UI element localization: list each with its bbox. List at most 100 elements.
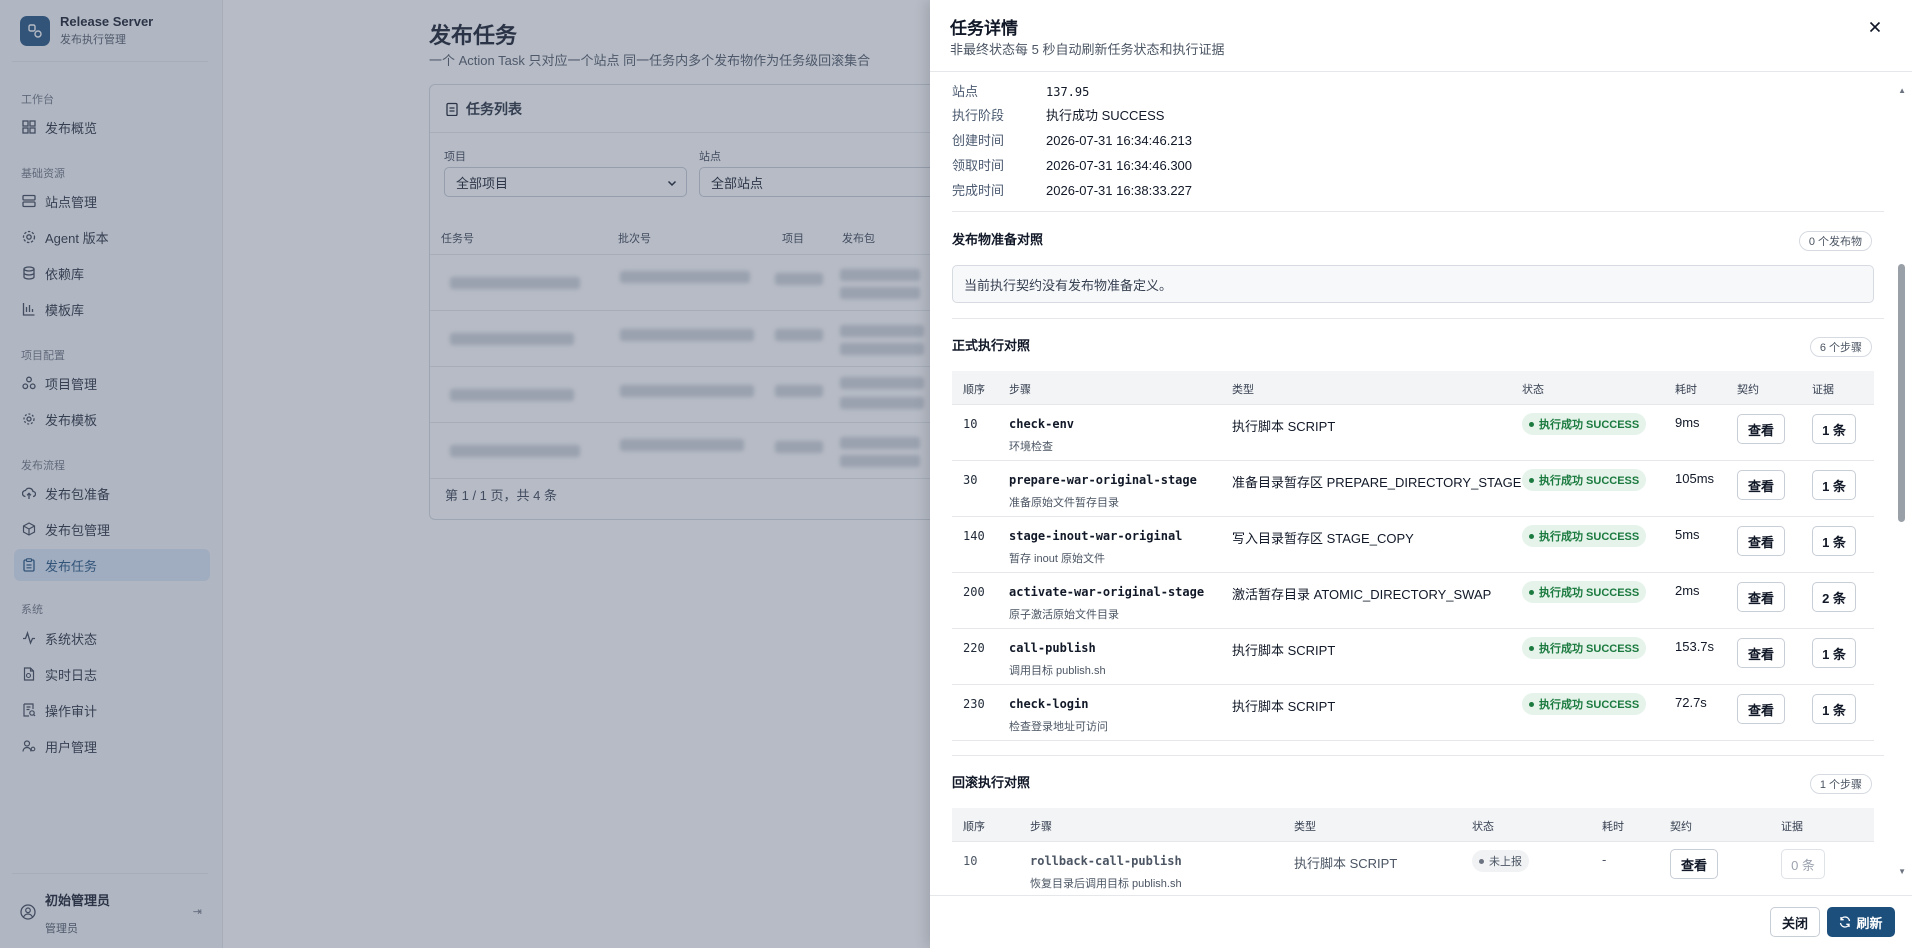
- contract-cell: 查看: [1737, 638, 1785, 668]
- column-header: 证据: [1781, 821, 1803, 833]
- step-duration: 105ms: [1675, 471, 1715, 486]
- drawer-header: 任务详情 非最终状态每 5 秒自动刷新任务状态和执行证据: [930, 0, 1912, 72]
- refresh-button[interactable]: 刷新: [1827, 907, 1895, 937]
- field-value: 2026-07-31 16:34:46.300: [1046, 158, 1193, 173]
- step-description: 暂存 inout 原始文件: [1009, 553, 1105, 565]
- evidence-button[interactable]: 1 条: [1812, 638, 1856, 668]
- drawer-body: 站点 137.95 执行阶段 执行成功 SUCCESS 创建时间 2026-07-31…: [930, 73, 1912, 895]
- step-order: 200: [963, 585, 985, 599]
- divider: [952, 755, 1884, 756]
- evidence-button[interactable]: 0 条: [1781, 849, 1825, 879]
- evidence-button[interactable]: 2 条: [1812, 582, 1856, 612]
- view-contract-button[interactable]: 查看: [1737, 414, 1785, 444]
- status-text: 执行成功 SUCCESS: [1539, 475, 1640, 487]
- step-cell: stage-inout-war-original 暂存 inout 原始文件: [1009, 529, 1182, 566]
- evidence-cell: 2 条: [1812, 582, 1856, 612]
- status-text: 执行成功 SUCCESS: [1539, 531, 1640, 543]
- step-name: check-env: [1009, 417, 1075, 431]
- step-description: 原子激活原始文件目录: [1009, 609, 1119, 621]
- column-header: 步骤: [1030, 821, 1052, 833]
- scroll-down-icon[interactable]: ▼: [1898, 867, 1906, 876]
- scrollbar-thumb[interactable]: [1898, 264, 1905, 522]
- exec-count-badge: 6 个步骤: [1809, 337, 1872, 357]
- view-contract-button[interactable]: 查看: [1737, 582, 1785, 612]
- contract-cell: 查看: [1737, 582, 1785, 612]
- view-contract-button[interactable]: 查看: [1737, 694, 1785, 724]
- status-text: 未上报: [1489, 856, 1522, 868]
- field-key: 完成时间: [952, 183, 1005, 198]
- field-value: 执行成功 SUCCESS: [1046, 108, 1165, 123]
- artifacts-count-badge: 0 个发布物: [1798, 231, 1872, 251]
- divider: [952, 211, 1884, 212]
- view-contract-button[interactable]: 查看: [1737, 470, 1785, 500]
- step-order: 220: [963, 641, 985, 655]
- field-key: 创建时间: [952, 133, 1005, 148]
- column-header: 类型: [1232, 384, 1254, 396]
- view-contract-button[interactable]: 查看: [1670, 849, 1718, 879]
- view-contract-button[interactable]: 查看: [1737, 638, 1785, 668]
- contract-cell: 查看: [1737, 526, 1785, 556]
- field-value: 137.95: [1046, 85, 1090, 99]
- contract-cell: 查看: [1737, 694, 1785, 724]
- step-name: activate-war-original-stage: [1009, 585, 1205, 599]
- rollback-section-title: 回滚执行对照: [952, 775, 1031, 790]
- field-key: 站点: [952, 84, 979, 99]
- step-cell: activate-war-original-stage 原子激活原始文件目录: [1009, 585, 1204, 622]
- contract-cell: 查看: [1670, 849, 1718, 879]
- step-type: 准备目录暂存区 PREPARE_DIRECTORY_STAGE: [1232, 475, 1522, 490]
- evidence-cell: 1 条: [1812, 526, 1856, 556]
- exec-table: 顺序 步骤 类型 状态 耗时 契约 证据 10 check-env 环境检查 执行脚本…: [952, 371, 1874, 741]
- scroll-up-icon[interactable]: ▲: [1898, 86, 1906, 95]
- drawer-title: 任务详情: [950, 19, 1018, 38]
- status-text: 执行成功 SUCCESS: [1539, 643, 1640, 655]
- step-duration: -: [1602, 852, 1607, 867]
- close-button[interactable]: 关闭: [1770, 907, 1820, 937]
- status-badge: 执行成功 SUCCESS: [1522, 693, 1647, 715]
- contract-cell: 查看: [1737, 470, 1785, 500]
- drawer-subtitle: 非最终状态每 5 秒自动刷新任务状态和执行证据: [950, 42, 1225, 57]
- table-row: 10 check-env 环境检查 执行脚本 SCRIPT 执行成功 SUCCESS 9m…: [952, 405, 1874, 461]
- rollback-count-badge: 1 个步骤: [1809, 774, 1872, 794]
- step-type: 执行脚本 SCRIPT: [1232, 699, 1336, 714]
- evidence-cell: 1 条: [1812, 638, 1856, 668]
- modal-backdrop[interactable]: [0, 0, 930, 948]
- status-badge: 执行成功 SUCCESS: [1522, 637, 1647, 659]
- step-type: 写入目录暂存区 STAGE_COPY: [1232, 531, 1414, 546]
- table-row: 10 rollback-call-publish 恢复目录后调用目标 publi…: [952, 842, 1874, 895]
- status-text: 执行成功 SUCCESS: [1539, 699, 1640, 711]
- evidence-button[interactable]: 1 条: [1812, 470, 1856, 500]
- column-header: 证据: [1812, 384, 1834, 396]
- step-description: 准备原始文件暂存目录: [1009, 497, 1119, 509]
- artifacts-section-title: 发布物准备对照: [952, 232, 1044, 247]
- step-name: check-login: [1009, 697, 1089, 711]
- step-duration: 153.7s: [1675, 639, 1715, 654]
- status-text: 执行成功 SUCCESS: [1539, 419, 1640, 431]
- divider: [952, 318, 1884, 319]
- evidence-button[interactable]: 1 条: [1812, 694, 1856, 724]
- refresh-icon: [1840, 916, 1851, 928]
- close-icon[interactable]: [1866, 18, 1884, 36]
- contract-cell: 查看: [1737, 414, 1785, 444]
- step-description: 环境检查: [1009, 441, 1053, 453]
- status-badge: 执行成功 SUCCESS: [1522, 413, 1647, 435]
- step-name: stage-inout-war-original: [1009, 529, 1183, 543]
- exec-section-title: 正式执行对照: [952, 338, 1031, 353]
- evidence-button[interactable]: 1 条: [1812, 526, 1856, 556]
- step-name: rollback-call-publish: [1030, 854, 1182, 868]
- step-description: 检查登录地址可访问: [1009, 721, 1108, 733]
- step-type: 执行脚本 SCRIPT: [1232, 419, 1336, 434]
- artifacts-empty-notice: 当前执行契约没有发布物准备定义。: [952, 265, 1874, 303]
- evidence-cell: 0 条: [1781, 849, 1825, 879]
- step-order: 10: [963, 854, 978, 868]
- column-header: 顺序: [963, 821, 985, 833]
- step-duration: 9ms: [1675, 415, 1700, 430]
- step-order: 140: [963, 529, 985, 543]
- field-claimed: 领取时间 2026-07-31 16:34:46.300: [952, 155, 1192, 174]
- evidence-button[interactable]: 1 条: [1812, 414, 1856, 444]
- step-order: 230: [963, 697, 985, 711]
- field-key: 执行阶段: [952, 108, 1005, 123]
- view-contract-button[interactable]: 查看: [1737, 526, 1785, 556]
- task-detail-drawer: 任务详情 非最终状态每 5 秒自动刷新任务状态和执行证据 站点 137.95 执行…: [930, 0, 1912, 948]
- table-row: 200 activate-war-original-stage 原子激活原始文件目录…: [952, 573, 1874, 629]
- column-header: 类型: [1294, 821, 1316, 833]
